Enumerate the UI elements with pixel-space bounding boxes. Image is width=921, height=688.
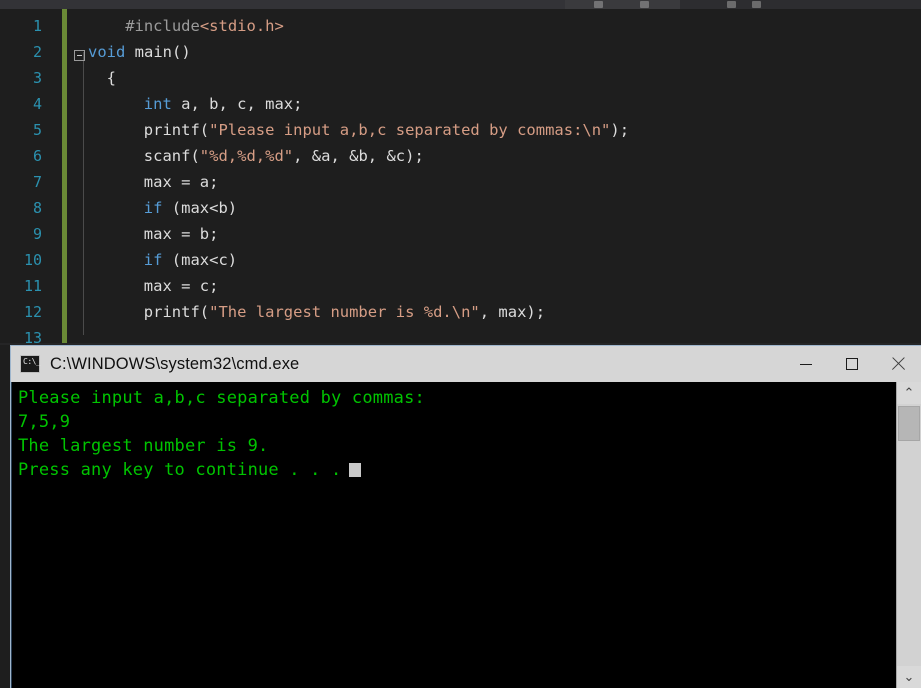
code-token: max = c; bbox=[143, 277, 219, 295]
code-token: ); bbox=[610, 121, 630, 139]
toolbar-chunk-mid bbox=[565, 0, 680, 9]
line-number: 11 bbox=[23, 277, 42, 295]
code-token: (max<c) bbox=[162, 251, 238, 269]
code-token: scanf( bbox=[143, 147, 200, 165]
console-scrollbar[interactable]: ⌃ ⌄ bbox=[896, 382, 921, 688]
code-token: <stdio.h> bbox=[199, 17, 284, 35]
code-line[interactable]: 2 void main() bbox=[0, 39, 921, 65]
line-number: 1 bbox=[32, 17, 42, 35]
code-line[interactable]: 7 max = a; bbox=[0, 169, 921, 195]
code-token: (max<b) bbox=[162, 199, 238, 217]
console-cursor bbox=[349, 463, 362, 477]
code-line-text: { bbox=[88, 65, 116, 91]
code-line[interactable]: 6 scanf("%d,%d,%d", &a, &b, &c); bbox=[0, 143, 921, 169]
code-line[interactable]: 1 #include<stdio.h> bbox=[0, 13, 921, 39]
code-line[interactable]: 3{ bbox=[0, 65, 921, 91]
code-line[interactable]: 9 max = b; bbox=[0, 221, 921, 247]
cmd-console-icon bbox=[20, 355, 40, 373]
code-line-text: max = b; bbox=[88, 221, 219, 247]
line-number: 12 bbox=[23, 303, 42, 321]
line-number: 3 bbox=[32, 69, 42, 87]
code-line-text: #include<stdio.h> bbox=[88, 13, 284, 39]
line-number: 7 bbox=[32, 173, 42, 191]
scroll-down-arrow-icon[interactable]: ⌄ bbox=[897, 666, 921, 688]
console-output-area[interactable]: Please input a,b,c separated by commas: … bbox=[11, 382, 896, 688]
cmd-title-bar[interactable]: C:\WINDOWS\system32\cmd.exe bbox=[11, 346, 921, 382]
scrollbar-track[interactable] bbox=[897, 404, 921, 666]
code-token: max = b; bbox=[143, 225, 219, 243]
code-token: main() bbox=[125, 43, 191, 61]
editor-lines-container: 1 #include<stdio.h> 2 void main() 3{4 int a, … bbox=[0, 9, 921, 345]
code-token: if bbox=[143, 251, 163, 269]
code-token: a, b, c, max; bbox=[171, 95, 303, 113]
minimize-icon bbox=[800, 363, 812, 365]
cmd-console-window[interactable]: C:\WINDOWS\system32\cmd.exe Please input… bbox=[10, 345, 921, 688]
code-line-text: int a, b, c, max; bbox=[88, 91, 303, 117]
maximize-button[interactable] bbox=[829, 346, 875, 382]
code-token: if bbox=[143, 199, 163, 217]
code-token: , &a, &b, &c); bbox=[293, 147, 424, 165]
code-token: printf( bbox=[143, 303, 210, 321]
console-line: The largest number is 9. bbox=[18, 436, 269, 456]
close-icon bbox=[891, 357, 905, 371]
scroll-up-arrow-icon[interactable]: ⌃ bbox=[897, 382, 921, 404]
minimize-button[interactable] bbox=[783, 346, 829, 382]
code-line-text: if (max<c) bbox=[88, 247, 237, 273]
code-token: , max); bbox=[479, 303, 546, 321]
code-token: "%d,%d,%d" bbox=[199, 147, 294, 165]
code-line-text: max = a; bbox=[88, 169, 219, 195]
code-line[interactable]: 12 printf("The largest number is %d.\n", … bbox=[0, 299, 921, 325]
line-number: 9 bbox=[32, 225, 42, 243]
line-number: 6 bbox=[32, 147, 42, 165]
line-number: 4 bbox=[32, 95, 42, 113]
cmd-body: Please input a,b,c separated by commas: … bbox=[11, 382, 921, 688]
toolbar-icon-d[interactable] bbox=[752, 1, 761, 8]
code-token: printf( bbox=[143, 121, 210, 139]
code-line[interactable]: 5 printf("Please input a,b,c separated by… bbox=[0, 117, 921, 143]
line-number: 10 bbox=[23, 251, 42, 269]
console-line: Please input a,b,c separated by commas: bbox=[18, 388, 425, 408]
code-line-text: printf("Please input a,b,c separated by … bbox=[88, 117, 629, 143]
console-line-with-cursor: Press any key to continue . . . bbox=[18, 458, 896, 482]
toolbar-icon-a[interactable] bbox=[594, 1, 603, 8]
line-number: 2 bbox=[32, 43, 42, 61]
code-line-text: if (max<b) bbox=[88, 195, 237, 221]
code-line[interactable]: 10 if (max<c) bbox=[0, 247, 921, 273]
line-number: 5 bbox=[32, 121, 42, 139]
code-token: "Please input a,b,c separated by commas:… bbox=[209, 121, 611, 139]
cmd-window-title: C:\WINDOWS\system32\cmd.exe bbox=[50, 354, 300, 373]
code-token: "The largest number is %d.\n" bbox=[209, 303, 480, 321]
code-line-text: max = c; bbox=[88, 273, 219, 299]
line-number: 13 bbox=[23, 329, 42, 345]
toolbar-icon-c[interactable] bbox=[727, 1, 736, 8]
toolbar-icon-b[interactable] bbox=[640, 1, 649, 8]
code-line[interactable]: 13 bbox=[0, 325, 921, 345]
code-token: { bbox=[106, 69, 116, 87]
code-editor[interactable]: 1 #include<stdio.h> 2 void main() 3{4 int a, … bbox=[0, 9, 921, 345]
window-controls bbox=[783, 346, 921, 382]
code-token: int bbox=[143, 95, 172, 113]
toolbar-chunk-left bbox=[0, 0, 565, 9]
scrollbar-thumb[interactable] bbox=[898, 406, 920, 441]
code-line-text: scanf("%d,%d,%d", &a, &b, &c); bbox=[88, 143, 424, 169]
code-token: void bbox=[88, 43, 126, 61]
code-line[interactable]: 8 if (max<b) bbox=[0, 195, 921, 221]
close-button[interactable] bbox=[875, 346, 921, 382]
code-line-text: void main() bbox=[88, 39, 191, 65]
maximize-icon bbox=[846, 358, 858, 370]
code-line[interactable]: 4 int a, b, c, max; bbox=[0, 91, 921, 117]
code-token: #include bbox=[125, 17, 200, 35]
code-token: max = a; bbox=[143, 173, 219, 191]
console-line-text: Press any key to continue . . . bbox=[18, 460, 342, 480]
line-number: 8 bbox=[32, 199, 42, 217]
code-line[interactable]: 11 max = c; bbox=[0, 273, 921, 299]
code-line-text: printf("The largest number is %d.\n", ma… bbox=[88, 299, 545, 325]
console-line: 7,5,9 bbox=[18, 412, 71, 432]
